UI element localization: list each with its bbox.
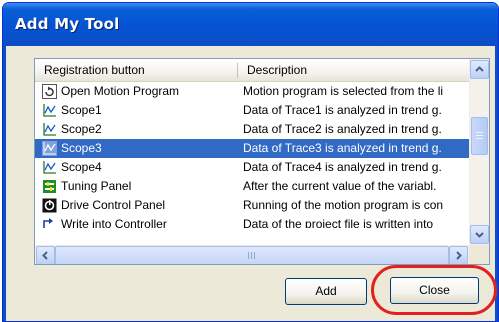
list-item[interactable]: Write into Controller Data of the projec… (35, 215, 469, 228)
list-item[interactable]: Scope4 Data of Trace4 is analyzed in tre… (35, 158, 469, 177)
scope-icon (43, 123, 56, 136)
row-description: After the current value of the variabl. (243, 179, 437, 193)
write-controller-icon (43, 218, 53, 228)
scope-icon (42, 141, 57, 156)
scope-icon (43, 161, 56, 174)
scroll-right-button[interactable] (449, 246, 468, 264)
vertical-scrollbar[interactable] (469, 59, 489, 245)
row-description: Motion program is selected from the li (243, 84, 444, 98)
tuning-panel-icon (43, 180, 56, 193)
list-item[interactable]: Drive Control Panel Running of the motio… (35, 196, 469, 215)
scroll-down-button[interactable] (470, 225, 489, 244)
grip-icon (248, 252, 255, 259)
chevron-left-icon (42, 251, 48, 260)
column-header-description[interactable]: Description (247, 59, 307, 81)
list-item-selected[interactable]: Scope3 Data of Trace3 is analyzed in tre… (35, 139, 469, 158)
list-item[interactable]: Open Motion Program Motion program is se… (35, 82, 469, 101)
scroll-thumb[interactable] (471, 117, 488, 155)
window-title: Add My Tool (15, 15, 120, 33)
column-header-registration-button[interactable]: Registration button (44, 59, 145, 81)
row-description: Data of Trace3 is analyzed in trend g. (243, 141, 442, 155)
open-motion-program-icon (42, 84, 57, 99)
grip-icon (476, 132, 483, 139)
row-description: Data of Trace2 is analyzed in trend g. (243, 122, 442, 136)
chevron-up-icon (475, 66, 484, 72)
list-item[interactable]: Scope2 Data of Trace2 is analyzed in tre… (35, 120, 469, 139)
close-button-highlight-annotation (371, 265, 497, 315)
scroll-left-button[interactable] (36, 246, 55, 264)
scrollbar-corner (469, 245, 489, 264)
horizontal-scroll-thumb[interactable] (55, 246, 449, 264)
row-description: Data of Trace1 is analyzed in trend g. (243, 103, 442, 117)
window-frame-right (495, 46, 498, 321)
row-description: Data of Trace4 is analyzed in trend g. (243, 160, 442, 174)
row-name: Scope2 (61, 122, 102, 136)
registration-list[interactable]: Registration button Description Open Mot… (34, 58, 490, 265)
add-button[interactable]: Add (285, 278, 367, 305)
row-description: Data of the project file is written into (243, 217, 434, 228)
chevron-down-icon (475, 232, 484, 238)
row-name: Tuning Panel (61, 179, 132, 193)
row-description: Running of the motion program is con (243, 198, 444, 212)
row-name: Scope4 (61, 160, 102, 174)
list-item[interactable]: Scope1 Data of Trace1 is analyzed in tre… (35, 101, 469, 120)
list-header: Registration button Description (35, 59, 469, 82)
row-name: Drive Control Panel (61, 198, 166, 212)
window-frame-left (3, 46, 6, 321)
scroll-up-button[interactable] (470, 60, 489, 79)
drive-control-panel-icon (42, 198, 57, 213)
horizontal-scrollbar[interactable] (35, 245, 469, 264)
row-name: Write into Controller (61, 217, 167, 228)
row-name: Scope3 (61, 141, 102, 155)
title-bar[interactable]: Add My Tool (3, 3, 498, 46)
row-name: Scope1 (61, 103, 102, 117)
row-name: Open Motion Program (61, 84, 180, 98)
chevron-right-icon (456, 251, 462, 260)
list-item[interactable]: Tuning Panel After the current value of … (35, 177, 469, 196)
scope-icon (43, 104, 56, 117)
column-divider[interactable] (237, 63, 238, 78)
